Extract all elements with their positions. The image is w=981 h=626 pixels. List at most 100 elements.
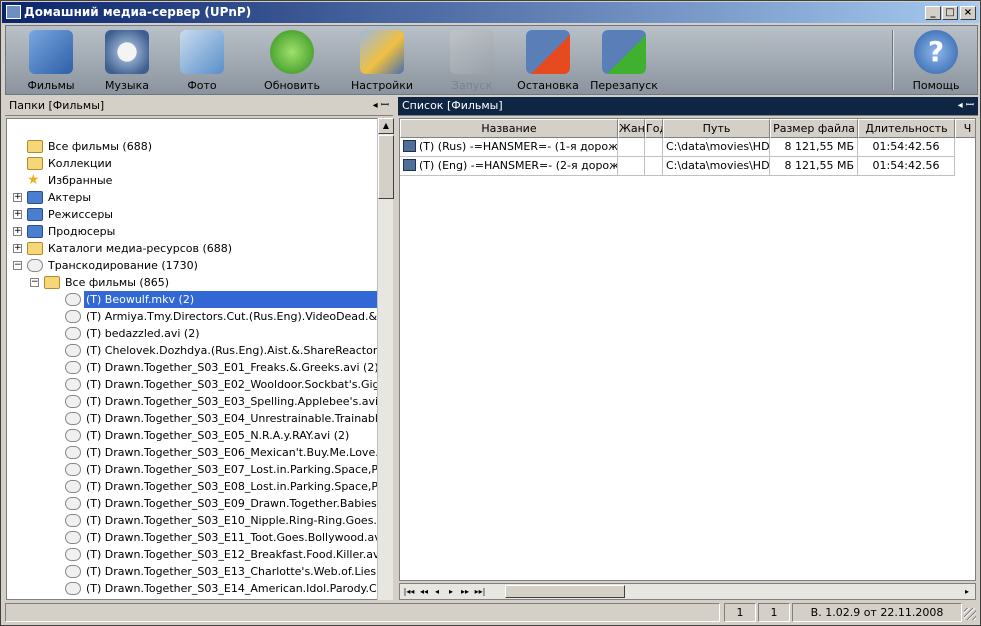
help-button[interactable]: ? Помощь — [901, 26, 971, 94]
folder-icon — [27, 242, 43, 255]
disc-icon — [65, 344, 81, 357]
music-button[interactable]: Музыка — [92, 26, 162, 94]
expand-icon[interactable]: + — [13, 210, 22, 219]
column-header[interactable]: Название — [400, 119, 618, 138]
disc-icon — [65, 531, 81, 544]
last-page-icon[interactable]: ▸▸| — [474, 585, 486, 598]
tree-vertical-scrollbar[interactable]: ▲ — [377, 118, 394, 600]
table-cell-duration[interactable]: 01:54:42.56 — [858, 157, 955, 176]
disc-icon — [65, 293, 81, 306]
column-header[interactable]: Размер файла — [770, 119, 858, 138]
table-cell-year[interactable] — [645, 138, 663, 157]
table-cell-name[interactable]: (T) (Eng) -=HANSMER=- (2-я дорожка) — [400, 157, 618, 176]
file-grid: НазваниеЖанрГодПутьРазмер файлаДлительно… — [399, 118, 976, 581]
status-segment-main — [5, 603, 720, 622]
table-cell-size[interactable]: 8 121,55 МБ — [770, 138, 858, 157]
stop-button[interactable]: Остановка — [513, 26, 583, 94]
star-icon: ★ — [27, 172, 40, 188]
tree-item[interactable]: + Режиссеры — [7, 206, 379, 223]
table-cell-duration[interactable]: 01:54:42.56 — [858, 138, 955, 157]
tree-item[interactable]: (T) Drawn.Together_S03_E12_Breakfast.Foo… — [7, 546, 379, 563]
tree-item[interactable]: (T) Drawn.Together_S03_E06_Mexican't.Buy… — [7, 444, 379, 461]
tree-item[interactable]: (T) bedazzled.avi (2) — [7, 325, 379, 342]
prev-fast-icon[interactable]: ◂◂ — [418, 585, 430, 598]
tree-item[interactable]: (T) Drawn.Together_S03_E05_N.R.A.y.RAY.a… — [7, 427, 379, 444]
table-cell-size[interactable]: 8 121,55 МБ — [770, 157, 858, 176]
column-header[interactable]: Путь — [663, 119, 770, 138]
settings-button[interactable]: Настройки — [347, 26, 417, 94]
column-header[interactable]: Длительность — [858, 119, 955, 138]
main-window: Домашний медиа-сервер (UPnP) _ □ × Фильм… — [0, 0, 981, 626]
resize-grip[interactable] — [964, 608, 976, 620]
tree-item-label: (T) Drawn.Together_S03_E10_Nipple.Ring-R… — [86, 514, 380, 527]
tree-item[interactable]: − Транскодирование (1730) — [7, 257, 379, 274]
table-cell-genre[interactable] — [618, 157, 645, 176]
tree-item[interactable]: (T) Drawn.Together_S03_E11_Toot.Goes.Bol… — [7, 529, 379, 546]
table-cell-genre[interactable] — [618, 138, 645, 157]
tree-item[interactable]: + Каталоги медиа-ресурсов (688) — [7, 240, 379, 257]
scroll-right-icon[interactable]: ▸ — [961, 585, 973, 598]
pin-icon[interactable]: ◂ ꟷ — [373, 97, 389, 115]
start-button[interactable]: Запуск — [437, 26, 507, 94]
tree-item[interactable]: (T) Drawn.Together_S03_E13_Charlotte's.W… — [7, 563, 379, 580]
tree-item[interactable]: Все фильмы (688) — [7, 138, 379, 155]
tree-item-label: Транскодирование (1730) — [48, 259, 198, 272]
expand-icon[interactable]: + — [13, 193, 22, 202]
toolbar-separator — [892, 30, 894, 90]
photo-icon — [180, 30, 224, 74]
next-icon[interactable]: ▸ — [445, 585, 457, 598]
column-header[interactable]: Жанр — [618, 119, 645, 138]
tree-item[interactable]: (T) Chelovek.Dozhdya.(Rus.Eng).Aist.&.Sh… — [7, 342, 379, 359]
tree-item[interactable]: (T) Drawn.Together_S03_E03_Spelling.Appl… — [7, 393, 379, 410]
expand-icon[interactable]: + — [13, 227, 22, 236]
window-title: Домашний медиа-сервер (UPnP) — [24, 5, 252, 19]
tree-item[interactable]: + Актеры — [7, 189, 379, 206]
tree-item-label: (T) Drawn.Together_S03_E14_American.Idol… — [86, 582, 379, 595]
disc-icon — [65, 514, 81, 527]
table-cell-path[interactable]: C:\data\movies\HD Фильмы — [663, 157, 770, 176]
tree-item-label: (T) Drawn.Together_S03_E08_Lost.in.Parki… — [86, 480, 379, 493]
tree-item[interactable]: + Продюсеры — [7, 223, 379, 240]
table-cell-name[interactable]: (T) (Rus) -=HANSMER=- (1-я дорожка) — [400, 138, 618, 157]
scroll-thumb[interactable] — [378, 135, 394, 199]
expand-icon[interactable]: + — [13, 244, 22, 253]
tree-item[interactable]: (T) Beowulf.mkv (2) — [7, 291, 379, 308]
restart-button[interactable]: Перезапуск — [589, 26, 659, 94]
table-cell-year[interactable] — [645, 157, 663, 176]
films-icon — [29, 30, 73, 74]
pin-icon[interactable]: ◂ ꟷ — [958, 97, 974, 115]
tree-item[interactable]: (T) Drawn.Together_S03_E02_Wooldoor.Sock… — [7, 376, 379, 393]
horizontal-scroll-thumb[interactable] — [505, 585, 625, 598]
column-header[interactable]: Год — [645, 119, 663, 138]
tree-item[interactable]: − Все фильмы (865) — [7, 274, 379, 291]
tree-item[interactable]: (T) Drawn.Together_S03_E01_Freaks.&.Gree… — [7, 359, 379, 376]
table-cell-text: 8 121,55 МБ — [784, 140, 854, 153]
tree-item[interactable]: (T) Drawn.Together_S03_E07_Lost.in.Parki… — [7, 461, 379, 478]
scroll-up-button[interactable]: ▲ — [378, 118, 394, 134]
collapse-icon[interactable]: − — [13, 261, 22, 270]
prev-icon[interactable]: ◂ — [431, 585, 443, 598]
tree-item[interactable]: (T) Drawn.Together_S03_E10_Nipple.Ring-R… — [7, 512, 380, 529]
column-header[interactable]: Ч — [955, 119, 975, 138]
table-cell-path[interactable]: C:\data\movies\HD Фильмы — [663, 138, 770, 157]
minimize-button[interactable]: _ — [925, 6, 941, 20]
tree-item[interactable]: (T) Drawn.Together_S03_E09_Drawn.Togethe… — [7, 495, 379, 512]
tree-item[interactable]: (T) Drawn.Together_S03_E08_Lost.in.Parki… — [7, 478, 379, 495]
first-page-icon[interactable]: |◂◂ — [403, 585, 415, 598]
help-icon: ? — [914, 30, 958, 74]
close-button[interactable]: × — [960, 6, 976, 20]
disc-icon — [65, 463, 81, 476]
next-fast-icon[interactable]: ▸▸ — [459, 585, 471, 598]
films-button[interactable]: Фильмы — [16, 26, 86, 94]
tree-item[interactable]: Коллекции — [7, 155, 379, 172]
tree-item[interactable]: (T) Armiya.Tmy.Directors.Cut.(Rus.Eng).V… — [7, 308, 379, 325]
maximize-button[interactable]: □ — [942, 6, 958, 20]
tree-item[interactable]: ★ Избранные — [7, 172, 379, 189]
start-icon — [450, 30, 494, 74]
grid-horizontal-scrollbar[interactable]: |◂◂ ◂◂ ◂ ▸ ▸▸ ▸▸| ▸ — [399, 583, 976, 600]
photo-button[interactable]: Фото — [167, 26, 237, 94]
collapse-icon[interactable]: − — [30, 278, 39, 287]
refresh-button[interactable]: Обновить — [257, 26, 327, 94]
tree-item[interactable]: (T) Drawn.Together_S03_E14_American.Idol… — [7, 580, 379, 597]
tree-item[interactable]: (T) Drawn.Together_S03_E04_Unrestrainabl… — [7, 410, 379, 427]
